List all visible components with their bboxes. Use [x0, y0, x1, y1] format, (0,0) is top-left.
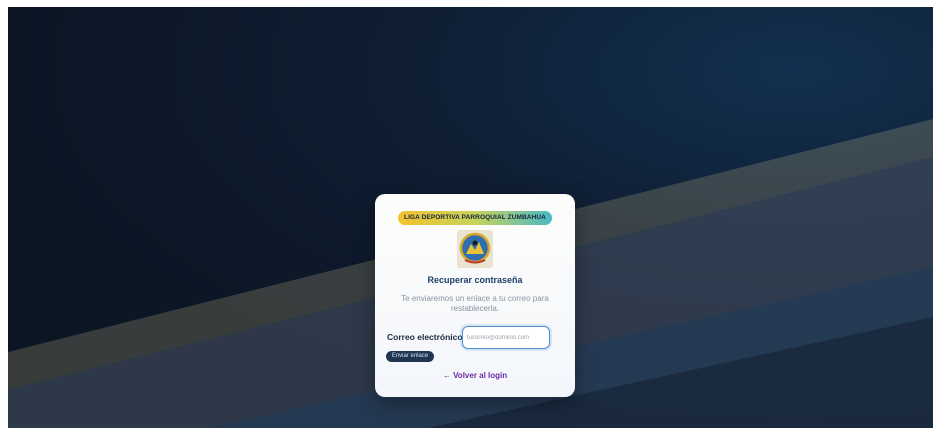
page-subtitle: Te enviaremos un enlace a tu correo para… — [401, 294, 549, 313]
recover-password-card: LIGA DEPORTIVA PARROQUIAL ZUMBAHUA Recup… — [375, 194, 575, 397]
email-label: Correo electrónico — [387, 332, 463, 342]
page-title: Recuperar contraseña — [427, 275, 523, 285]
league-badge: LIGA DEPORTIVA PARROQUIAL ZUMBAHUA — [398, 211, 552, 225]
page-background: LIGA DEPORTIVA PARROQUIAL ZUMBAHUA Recup… — [8, 7, 933, 428]
email-field[interactable] — [462, 326, 550, 349]
email-form-row: Correo electrónico — [387, 326, 567, 350]
league-crest-icon — [457, 230, 493, 268]
back-to-login-link[interactable]: ← Volver al login — [375, 371, 575, 380]
send-link-button[interactable]: Enviar enlace — [386, 351, 434, 362]
